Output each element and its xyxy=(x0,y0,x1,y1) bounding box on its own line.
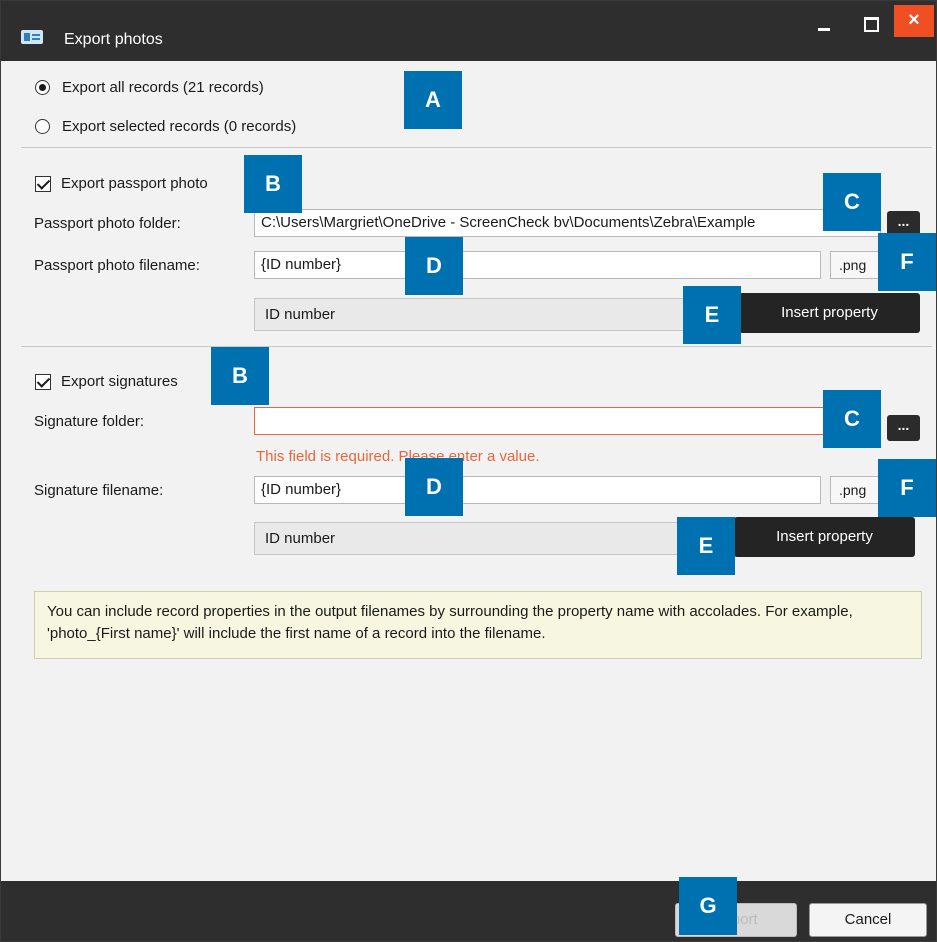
id-card-icon xyxy=(21,30,43,44)
export-all-radio[interactable]: Export all records (21 records) xyxy=(35,79,264,96)
annotation-marker-e: E xyxy=(677,517,735,575)
annotation-marker-c: C xyxy=(823,173,881,231)
export-passport-label: Export passport photo xyxy=(61,175,208,192)
minimize-button[interactable] xyxy=(807,9,843,37)
annotation-marker-e: E xyxy=(683,286,741,344)
signature-insert-property-button[interactable]: Insert property xyxy=(734,517,915,557)
export-photos-dialog: Export photos × Export all records (21 r… xyxy=(0,0,937,942)
export-selected-label: Export selected records (0 records) xyxy=(62,118,297,135)
signature-extension: .png xyxy=(830,476,880,504)
passport-filename-label: Passport photo filename: xyxy=(34,257,200,274)
dialog-footer: Export Cancel xyxy=(1,881,936,941)
radio-indicator-selected[interactable] xyxy=(35,80,50,95)
signature-folder-input[interactable] xyxy=(254,407,881,435)
annotation-marker-g: G xyxy=(679,877,737,935)
export-signatures-label: Export signatures xyxy=(61,373,178,390)
radio-indicator-unselected[interactable] xyxy=(35,119,50,134)
checkbox-checked-icon[interactable] xyxy=(35,373,51,390)
annotation-marker-f: F xyxy=(878,459,936,517)
info-message: You can include record properties in the… xyxy=(34,591,922,659)
minimize-icon xyxy=(818,28,830,31)
cancel-button[interactable]: Cancel xyxy=(809,903,927,937)
signature-folder-label: Signature folder: xyxy=(34,413,145,430)
signature-filename-input[interactable]: {ID number} xyxy=(254,476,821,504)
passport-property-select[interactable]: ID number xyxy=(254,298,744,331)
annotation-marker-b: B xyxy=(211,347,269,405)
close-button[interactable]: × xyxy=(894,5,934,37)
maximize-icon xyxy=(864,17,879,32)
signature-filename-label: Signature filename: xyxy=(34,482,164,499)
annotation-marker-d: D xyxy=(405,237,463,295)
export-selected-radio[interactable]: Export selected records (0 records) xyxy=(35,118,296,135)
annotation-marker-a: A xyxy=(404,71,462,129)
passport-folder-input[interactable]: C:\Users\Margriet\OneDrive - ScreenCheck… xyxy=(254,209,881,237)
checkbox-checked-icon[interactable] xyxy=(35,175,51,192)
passport-filename-input[interactable]: {ID number} xyxy=(254,251,821,279)
signature-property-select[interactable]: ID number xyxy=(254,522,744,555)
export-all-label: Export all records (21 records) xyxy=(62,79,264,96)
divider xyxy=(21,147,932,148)
signature-browse-button[interactable]: ... xyxy=(887,415,920,441)
annotation-marker-c: C xyxy=(823,390,881,448)
export-passport-checkbox[interactable]: Export passport photo xyxy=(35,175,208,192)
divider xyxy=(21,346,932,347)
annotation-marker-b: B xyxy=(244,155,302,213)
window-title: Export photos xyxy=(64,31,163,48)
passport-extension: .png xyxy=(830,251,880,279)
title-bar: Export photos × xyxy=(1,1,936,61)
passport-insert-property-button[interactable]: Insert property xyxy=(739,293,920,333)
annotation-marker-d: D xyxy=(405,458,463,516)
close-icon: × xyxy=(908,9,920,31)
signature-folder-error: This field is required. Please enter a v… xyxy=(256,448,540,465)
passport-folder-label: Passport photo folder: xyxy=(34,215,181,232)
annotation-marker-f: F xyxy=(878,233,936,291)
export-signatures-checkbox[interactable]: Export signatures xyxy=(35,373,178,390)
maximize-button[interactable] xyxy=(853,9,889,37)
